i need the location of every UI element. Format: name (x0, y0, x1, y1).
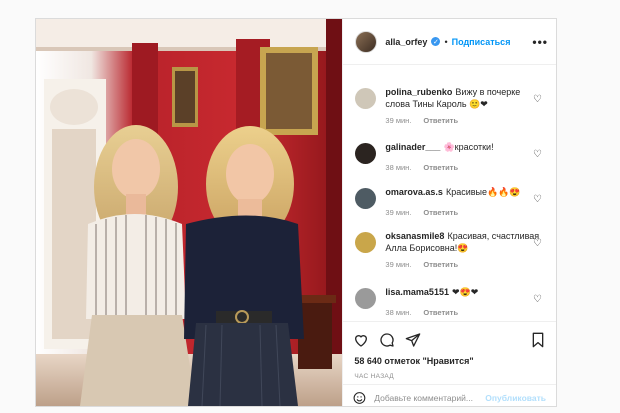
comment-time[interactable]: 39 мин. (385, 116, 411, 125)
add-comment-bar: Опубликовать (343, 384, 556, 410)
bookmark-icon[interactable] (530, 332, 546, 348)
separator-dot: • (444, 36, 448, 47)
comment-time[interactable]: 39 мин. (385, 208, 411, 217)
author-username[interactable]: alla_orfey (385, 37, 427, 47)
comment-username[interactable]: oksanasmile8 (385, 231, 444, 241)
publish-button[interactable]: Опубликовать (485, 393, 546, 403)
action-icons-row (353, 332, 546, 352)
post-time[interactable]: ЧАС НАЗАД (354, 373, 394, 380)
verified-icon: ✓ (431, 37, 441, 46)
comment-like-heart-icon[interactable]: ♡ (533, 94, 542, 105)
comment-item: galinader___ 🌸красотки! 38 мин. Ответить ♡ (355, 141, 546, 174)
comment-like-heart-icon[interactable]: ♡ (533, 149, 542, 160)
author-avatar[interactable] (355, 30, 378, 53)
post-photo[interactable] (36, 19, 343, 406)
comment-username[interactable]: lisa.mama5151 (385, 287, 449, 297)
comment-avatar[interactable] (355, 88, 377, 109)
comment-avatar[interactable] (355, 232, 377, 253)
comment-item: lisa.mama5151 ❤😍❤ 38 мин. Ответить ♡ (355, 286, 546, 319)
comment-input[interactable] (374, 392, 486, 403)
comment-username[interactable]: galinader___ (385, 142, 440, 152)
likes-count[interactable]: 58 640 отметок "Нравится" (354, 356, 473, 366)
comment-avatar[interactable] (355, 288, 377, 309)
reply-button[interactable]: Ответить (423, 163, 458, 172)
comments-list[interactable]: polina_rubenko Вижу в почерке слова Тины … (343, 66, 556, 321)
comment-like-heart-icon[interactable]: ♡ (533, 194, 542, 205)
share-icon[interactable] (405, 332, 421, 348)
comment-text: Красивые🔥🔥😍 (445, 187, 521, 197)
comment-avatar[interactable] (355, 188, 377, 209)
comment-like-heart-icon[interactable]: ♡ (533, 294, 542, 305)
comment-text: ❤😍❤ (451, 287, 479, 297)
side-panel: alla_orfey ✓ • Подписаться ••• polina_ru… (342, 19, 556, 406)
comment-item: oksanasmile8 Красивая, счастливая Алла Бо… (355, 230, 546, 271)
comment-username[interactable]: omarova.as.s (385, 187, 443, 197)
reply-button[interactable]: Ответить (423, 208, 458, 217)
comment-item: omarova.as.s Красивые🔥🔥😍 39 мин. Ответить … (355, 186, 546, 219)
comment-item: polina_rubenko Вижу в почерке слова Тины … (355, 86, 546, 127)
comment-time[interactable]: 39 мин. (385, 260, 411, 269)
post-card: alla_orfey ✓ • Подписаться ••• polina_ru… (35, 18, 557, 407)
reply-button[interactable]: Ответить (423, 116, 458, 125)
follow-button[interactable]: Подписаться (452, 37, 511, 47)
reply-button[interactable]: Ответить (423, 260, 458, 269)
heart-icon[interactable] (353, 332, 369, 348)
photo-image (36, 19, 343, 406)
comment-time[interactable]: 38 мин. (385, 163, 411, 172)
comment-icon[interactable] (379, 332, 395, 348)
post-actions: 58 640 отметок "Нравится" ЧАС НАЗАД Опуб… (343, 321, 556, 406)
comment-text: 🌸красотки! (443, 142, 494, 152)
post-header: alla_orfey ✓ • Подписаться ••• (343, 19, 556, 65)
more-icon[interactable]: ••• (532, 35, 548, 49)
comment-username[interactable]: polina_rubenko (385, 87, 452, 97)
comment-time[interactable]: 38 мин. (385, 308, 411, 317)
reply-button[interactable]: Ответить (423, 308, 458, 317)
comment-like-heart-icon[interactable]: ♡ (533, 238, 542, 249)
emoji-icon[interactable] (353, 391, 366, 405)
comment-avatar[interactable] (355, 143, 377, 164)
